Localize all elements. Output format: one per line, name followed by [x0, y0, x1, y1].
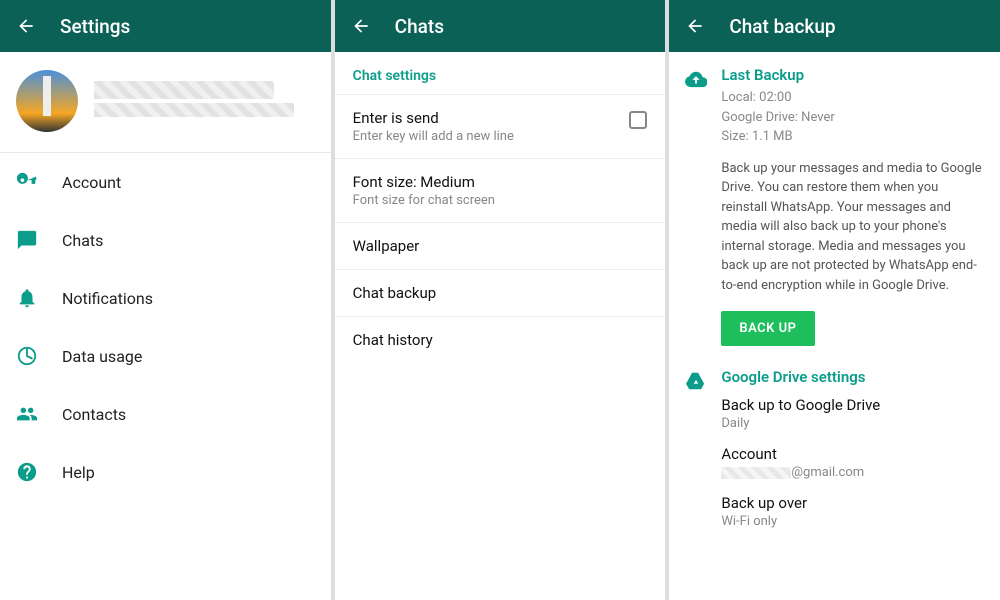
chat-item-enter-is-send[interactable]: Enter is send Enter key will add a new l… [335, 94, 666, 158]
back-up-button[interactable]: BACK UP [721, 311, 814, 346]
item-title: Chat history [353, 331, 648, 349]
chat-backup-panel: Chat backup Last Backup Local: 02:00 Goo… [669, 0, 1000, 600]
chat-item-font-size[interactable]: Font size: Medium Font size for chat scr… [335, 158, 666, 222]
back-arrow-icon[interactable] [16, 16, 36, 36]
settings-item-account[interactable]: Account [0, 153, 331, 211]
settings-label: Help [62, 463, 95, 482]
gdrive-item-backup-over[interactable]: Back up over Wi-Fi only [721, 484, 984, 533]
last-backup-meta: Local: 02:00 Google Drive: Never Size: 1… [721, 88, 984, 147]
backup-description: Back up your messages and media to Googl… [721, 159, 984, 296]
blurred-email-prefix [721, 467, 791, 479]
help-icon [16, 461, 38, 483]
item-title: Font size: Medium [353, 173, 648, 191]
settings-label: Chats [62, 231, 103, 250]
appbar-title: Chat backup [729, 15, 835, 38]
item-title: Enter is send [353, 109, 618, 127]
account-email: @gmail.com [721, 465, 984, 480]
settings-label: Account [62, 173, 121, 192]
last-backup-section: Last Backup Local: 02:00 Google Drive: N… [669, 52, 1000, 352]
appbar-settings: Settings [0, 0, 331, 52]
chat-settings-header: Chat settings [335, 52, 666, 94]
settings-label: Notifications [62, 289, 153, 308]
appbar-title: Settings [60, 15, 130, 38]
chat-item-wallpaper[interactable]: Wallpaper [335, 222, 666, 269]
settings-item-help[interactable]: Help [0, 443, 331, 501]
back-arrow-icon[interactable] [351, 16, 371, 36]
item-title: Wallpaper [353, 237, 648, 255]
gdrive-heading: Google Drive settings [721, 368, 984, 386]
chat-item-chat-history[interactable]: Chat history [335, 316, 666, 363]
appbar-chats: Chats [335, 0, 666, 52]
data-icon [16, 345, 38, 367]
gdrive-settings-section: Google Drive settings Back up to Google … [669, 352, 1000, 533]
cloud-upload-icon [685, 68, 707, 90]
item-title: Chat backup [353, 284, 648, 302]
bell-icon [16, 287, 38, 309]
google-drive-icon [685, 370, 707, 392]
last-backup-heading: Last Backup [721, 66, 984, 84]
settings-label: Data usage [62, 347, 142, 366]
gdrive-item-account[interactable]: Account @gmail.com [721, 435, 984, 484]
avatar [16, 70, 78, 132]
item-subtitle: Enter key will add a new line [353, 129, 618, 144]
gdrive-item-backup-to[interactable]: Back up to Google Drive Daily [721, 386, 984, 435]
settings-item-contacts[interactable]: Contacts [0, 385, 331, 443]
key-icon [16, 171, 38, 193]
profile-name-blurred [94, 81, 315, 121]
chats-panel: Chats Chat settings Enter is send Enter … [335, 0, 666, 600]
settings-item-notifications[interactable]: Notifications [0, 269, 331, 327]
settings-panel: Settings Account Chats [0, 0, 331, 600]
appbar-title: Chats [395, 15, 444, 38]
appbar-chat-backup: Chat backup [669, 0, 1000, 52]
contacts-icon [16, 403, 38, 425]
chat-icon [16, 229, 38, 251]
checkbox-enter-is-send[interactable] [629, 111, 647, 129]
settings-item-chats[interactable]: Chats [0, 211, 331, 269]
item-subtitle: Font size for chat screen [353, 193, 648, 208]
profile-row[interactable] [0, 52, 331, 153]
settings-item-data-usage[interactable]: Data usage [0, 327, 331, 385]
back-arrow-icon[interactable] [685, 16, 705, 36]
settings-label: Contacts [62, 405, 126, 424]
chat-item-chat-backup[interactable]: Chat backup [335, 269, 666, 316]
